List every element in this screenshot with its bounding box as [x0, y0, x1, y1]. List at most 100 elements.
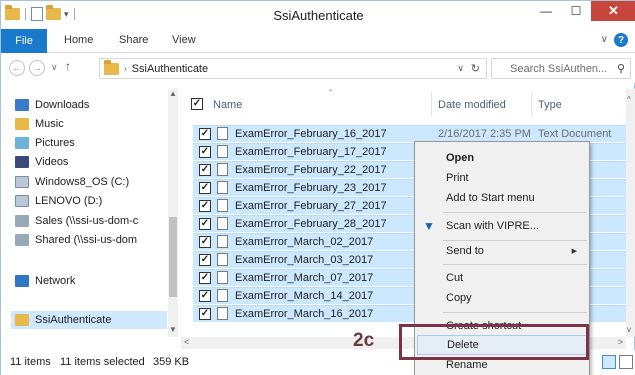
nav-item-label: Downloads	[35, 99, 90, 111]
menu-item-scan-vipre[interactable]: Scan with VIPRE...	[415, 216, 589, 236]
help-icon[interactable]: ?	[614, 33, 628, 47]
minimize-button[interactable]: —	[531, 1, 561, 21]
menu-item-copy[interactable]: Copy	[415, 288, 589, 308]
refresh-icon[interactable]: ↻	[471, 62, 480, 75]
breadcrumb-item[interactable]: SsiAuthenticate	[132, 63, 208, 75]
scroll-down-icon[interactable]: ▼	[169, 325, 177, 334]
text-file-icon	[217, 271, 228, 284]
column-divider[interactable]	[431, 92, 432, 116]
selected-size: 359 KB	[153, 356, 190, 368]
file-name: ExamError_February_28_2017	[235, 218, 387, 230]
text-file-icon	[217, 127, 228, 140]
scroll-up-icon[interactable]: ^	[627, 95, 631, 104]
menu-item-print[interactable]: Print	[415, 168, 589, 188]
submenu-arrow-icon: ▶	[571, 248, 577, 255]
large-icons-view-icon[interactable]	[619, 355, 633, 369]
file-name: ExamError_March_03_2017	[235, 254, 374, 266]
menu-item-cut[interactable]: Cut	[415, 268, 589, 288]
step-label: 2c	[353, 330, 375, 351]
window-controls: — ☐ ✕	[531, 1, 635, 21]
column-date-modified[interactable]: Date modified	[438, 99, 506, 111]
file-name: ExamError_February_16_2017	[235, 128, 387, 140]
column-divider[interactable]	[531, 92, 532, 116]
tab-share[interactable]: Share	[119, 34, 148, 46]
nav-item-sales-share[interactable]: Sales (\\ssi-us-dom-c	[15, 212, 173, 230]
file-name: ExamError_February_27_2017	[235, 200, 387, 212]
search-placeholder: Search SsiAuthen...	[510, 62, 608, 75]
nav-item-shared-share[interactable]: Shared (\\ssi-us-dom	[15, 231, 173, 249]
text-file-icon	[217, 253, 228, 266]
scroll-right-icon[interactable]: >	[618, 337, 623, 347]
row-checkbox[interactable]: ✓	[199, 128, 211, 140]
row-checkbox[interactable]: ✓	[199, 200, 211, 212]
nav-item-network[interactable]: Network	[15, 272, 173, 290]
tab-view[interactable]: View	[172, 34, 196, 46]
file-name: ExamError_February_23_2017	[235, 182, 387, 194]
menu-item-open[interactable]: Open	[415, 148, 589, 168]
file-name: ExamError_March_02_2017	[235, 236, 374, 248]
address-bar[interactable]: › SsiAuthenticate ∨ ↻	[99, 58, 487, 79]
nav-item-label: SsiAuthenticate	[35, 314, 112, 326]
file-name: ExamError_March_14_2017	[235, 290, 374, 302]
file-name: ExamError_March_16_2017	[235, 308, 374, 320]
nav-item-music[interactable]: Music	[15, 115, 173, 133]
column-type[interactable]: Type	[538, 99, 562, 111]
nav-item-label: Network	[35, 275, 76, 287]
row-checkbox[interactable]: ✓	[199, 218, 211, 230]
tab-file[interactable]: File	[1, 29, 47, 53]
expand-ribbon-icon[interactable]: ∨	[601, 34, 608, 45]
table-row[interactable]: ✓ ExamError_February_16_2017 2/16/2017 2…	[193, 125, 635, 142]
scroll-down-icon[interactable]: v	[627, 325, 631, 334]
search-icon[interactable]: ⚲	[617, 62, 625, 75]
row-checkbox[interactable]: ✓	[199, 272, 211, 284]
column-name[interactable]: Name	[213, 99, 242, 111]
up-button[interactable]: ↑	[65, 59, 71, 73]
nav-item-drive-c[interactable]: Windows8_OS (C:)	[15, 173, 173, 191]
forward-button[interactable]: →	[29, 60, 45, 76]
row-checkbox[interactable]: ✓	[199, 236, 211, 248]
tab-home[interactable]: Home	[64, 34, 93, 46]
row-checkbox[interactable]: ✓	[199, 182, 211, 194]
text-file-icon	[217, 235, 228, 248]
nav-item-downloads[interactable]: Downloads	[15, 96, 173, 114]
close-button[interactable]: ✕	[591, 1, 635, 21]
nav-item-label: Music	[35, 118, 64, 130]
row-checkbox[interactable]: ✓	[199, 146, 211, 158]
row-checkbox[interactable]: ✓	[199, 164, 211, 176]
scroll-up-icon[interactable]: ▲	[169, 89, 177, 98]
nav-item-pictures[interactable]: Pictures	[15, 134, 173, 152]
menu-item-add-to-start[interactable]: Add to Start menu	[415, 188, 589, 208]
nav-item-drive-d[interactable]: LENOVO (D:)	[15, 192, 173, 210]
list-scrollbar[interactable]: ^ v	[626, 89, 635, 337]
text-file-icon	[217, 181, 228, 194]
recent-locations-icon[interactable]: ∨	[51, 62, 58, 73]
scrollbar-thumb[interactable]	[169, 217, 177, 297]
folder-icon	[15, 314, 29, 326]
file-name: ExamError_February_22_2017	[235, 164, 387, 176]
scroll-left-icon[interactable]: <	[184, 337, 189, 347]
row-checkbox[interactable]: ✓	[199, 290, 211, 302]
title-bar: ▾ SsiAuthenticate — ☐ ✕	[1, 1, 635, 29]
item-count: 11 items	[10, 356, 51, 368]
file-type: Text Document	[538, 128, 612, 140]
menu-item-send-to[interactable]: Send to	[415, 241, 589, 261]
nav-item-videos[interactable]: Videos	[15, 153, 173, 171]
details-view-icon[interactable]	[602, 355, 616, 369]
row-checkbox[interactable]: ✓	[199, 308, 211, 320]
explorer-window: ▾ SsiAuthenticate — ☐ ✕ File Home Share …	[0, 0, 635, 375]
text-file-icon	[217, 307, 228, 320]
address-dropdown-icon[interactable]: ∨	[457, 63, 464, 74]
search-input[interactable]: Search SsiAuthen... ⚲	[491, 58, 631, 79]
menu-separator	[443, 212, 587, 213]
nav-item-label: LENOVO (D:)	[35, 195, 103, 207]
breadcrumb-separator-icon[interactable]: ›	[124, 64, 127, 73]
select-all-checkbox[interactable]: ✓	[191, 98, 203, 110]
network-icon	[15, 275, 29, 287]
row-checkbox[interactable]: ✓	[199, 254, 211, 266]
nav-item-ssiauthenticate[interactable]: SsiAuthenticate	[11, 311, 167, 329]
back-button[interactable]: ←	[9, 60, 25, 76]
drive-icon	[15, 195, 29, 207]
maximize-button[interactable]: ☐	[561, 1, 591, 21]
ribbon-tabs: File Home Share View ∨ ?	[1, 29, 635, 53]
nav-scrollbar[interactable]: ▲ ▼	[168, 89, 178, 337]
